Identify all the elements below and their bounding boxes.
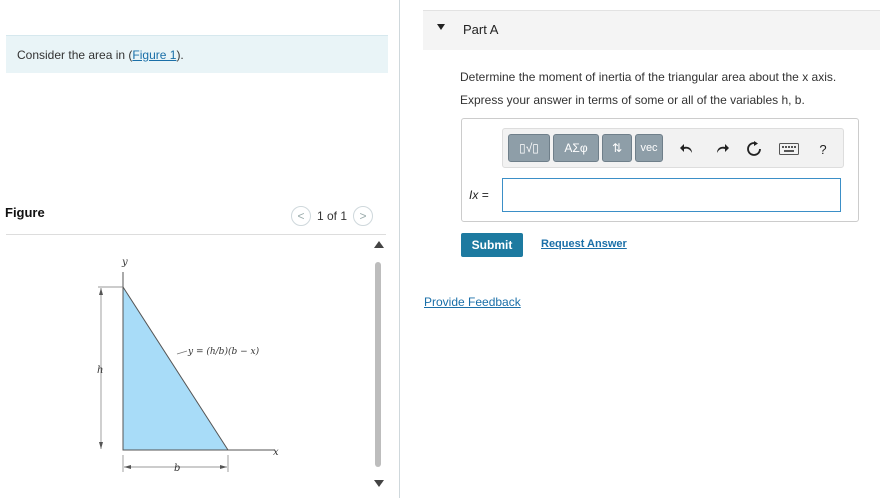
curve-leader-line — [176, 350, 188, 355]
triangle-area — [122, 285, 229, 451]
arrows-icon: ⇅ — [611, 141, 623, 155]
x-axis-label: x — [273, 447, 279, 458]
context-bar: Consider the area in (Figure 1). — [6, 35, 388, 73]
base-arrow-right-icon — [220, 465, 227, 469]
part-title: Part A — [463, 22, 499, 37]
prev-figure-button[interactable]: < — [291, 206, 311, 226]
caret-down-icon[interactable] — [437, 24, 445, 30]
undo-icon[interactable] — [677, 139, 697, 159]
scroll-down-arrow-icon[interactable] — [374, 480, 384, 487]
templates-button[interactable]: ▯√▯ — [508, 134, 550, 162]
chevron-right-icon: > — [359, 209, 367, 223]
base-arrow-left-icon — [124, 465, 131, 469]
context-suffix: ). — [176, 48, 184, 62]
submit-button[interactable]: Submit — [461, 233, 523, 257]
next-figure-button[interactable]: > — [353, 206, 374, 226]
curve-equation: y = (h/b)(b − x) — [187, 346, 260, 357]
triangle-figure: y x h b y = (h/b)(b − x) — [97, 257, 279, 474]
templates-icon: ▯√▯ — [519, 141, 539, 155]
y-axis-label: y — [121, 257, 128, 268]
height-arrow-bottom-icon — [99, 442, 103, 449]
pane-divider — [399, 0, 400, 498]
figure-heading: Figure — [5, 205, 45, 220]
greek-symbols-button[interactable]: ΑΣφ — [553, 134, 599, 162]
question-text: Determine the moment of inertia of the t… — [460, 70, 837, 84]
height-label: h — [97, 365, 103, 376]
answer-instructions: Express your answer in terms of some or … — [460, 93, 805, 107]
redo-icon[interactable] — [712, 139, 732, 159]
scroll-up-arrow-icon[interactable] — [374, 241, 384, 248]
request-answer-link[interactable]: Request Answer — [541, 238, 627, 250]
figure-link[interactable]: Figure 1 — [132, 48, 176, 62]
base-label: b — [174, 463, 180, 474]
vec-label: vec — [640, 142, 658, 154]
help-button[interactable]: ? — [813, 139, 833, 159]
reset-icon[interactable] — [744, 139, 764, 159]
figure-divider — [6, 234, 386, 235]
vector-button[interactable]: vec — [635, 134, 663, 162]
answer-variable-label: Ix = — [469, 188, 489, 202]
answer-input[interactable] — [502, 178, 841, 212]
help-icon: ? — [819, 141, 827, 157]
arrows-button[interactable]: ⇅ — [602, 134, 632, 162]
context-prefix: Consider the area in ( — [17, 48, 133, 62]
figure-page-indicator: 1 of 1 — [317, 209, 348, 223]
figure-pager: < 1 of 1 > — [291, 205, 374, 227]
height-arrow-top-icon — [99, 288, 103, 295]
provide-feedback-link[interactable]: Provide Feedback — [424, 295, 521, 309]
keyboard-icon[interactable] — [778, 139, 800, 159]
chevron-left-icon: < — [297, 209, 305, 223]
greek-icon: ΑΣφ — [564, 141, 588, 155]
scrollbar-thumb[interactable] — [375, 262, 381, 467]
